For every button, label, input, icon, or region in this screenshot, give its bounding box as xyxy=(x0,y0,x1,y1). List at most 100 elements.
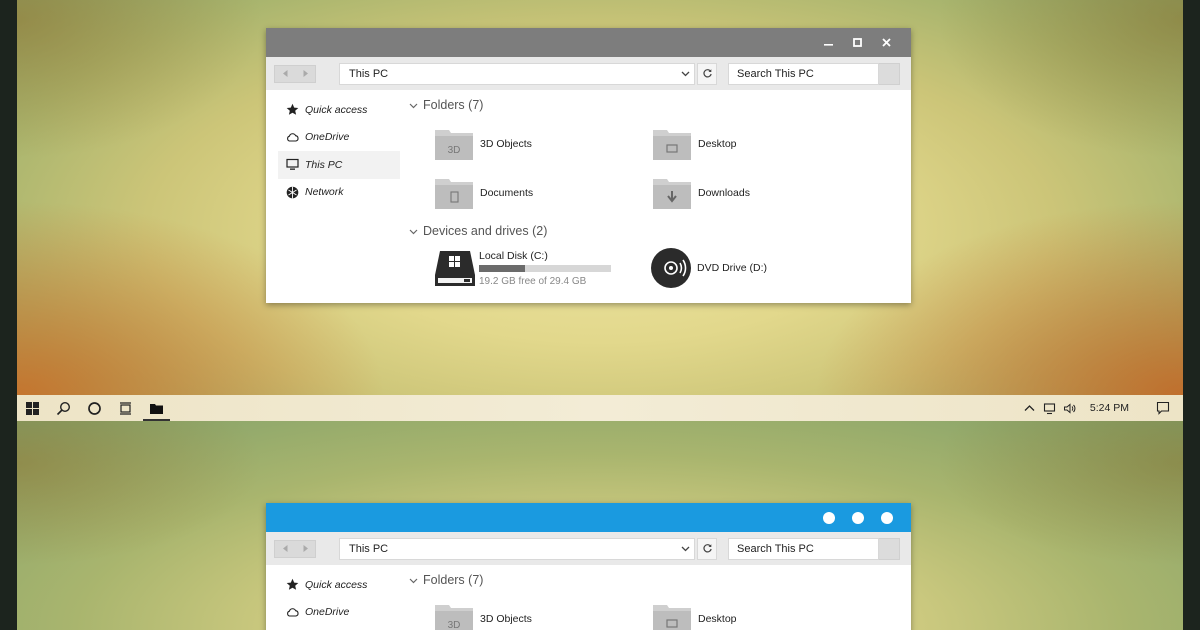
network-icon xyxy=(286,186,299,199)
folder-desktop-icon xyxy=(653,605,691,630)
drive-local-disk[interactable]: Local Disk (C:) 19.2 GB free of 29.4 GB xyxy=(434,248,611,288)
navigation-pane: Quick access OneDrive This PC Network xyxy=(278,96,400,206)
folder-downloads[interactable]: Downloads xyxy=(652,176,750,210)
folder-desktop[interactable]: Desktop xyxy=(652,602,737,630)
action-center-button[interactable] xyxy=(1143,395,1183,421)
maximize-icon xyxy=(853,38,862,47)
system-tray: 5:24 PM xyxy=(1020,395,1183,421)
nav-item-label: OneDrive xyxy=(305,606,350,619)
refresh-icon xyxy=(702,544,712,553)
taskbar: 5:24 PM xyxy=(17,395,1183,421)
refresh-button[interactable] xyxy=(697,537,717,560)
folder-icon xyxy=(150,403,163,414)
arrow-right-icon xyxy=(303,70,308,77)
minimize-button[interactable] xyxy=(814,28,843,57)
cloud-icon xyxy=(287,607,299,617)
forward-button[interactable] xyxy=(295,541,315,557)
taskbar-file-explorer[interactable] xyxy=(141,395,172,421)
nav-item-label: Quick access xyxy=(305,578,368,591)
notification-icon xyxy=(1156,401,1170,415)
address-bar[interactable]: This PC xyxy=(339,537,695,560)
folder-documents[interactable]: Documents xyxy=(434,176,533,210)
search-input[interactable]: Search This PC xyxy=(728,537,879,560)
close-icon xyxy=(882,38,891,47)
maximize-button[interactable] xyxy=(843,503,872,532)
back-button[interactable] xyxy=(275,541,295,557)
start-button[interactable] xyxy=(17,395,48,421)
address-toolbar: This PC Search This PC xyxy=(266,532,911,565)
chevron-up-icon xyxy=(1024,404,1035,411)
drive-name: Local Disk (C:) xyxy=(479,249,548,262)
address-text: This PC xyxy=(349,67,389,80)
address-bar[interactable]: This PC xyxy=(339,62,695,85)
folder-3d-icon: 3D xyxy=(435,130,473,160)
show-hidden-icons-button[interactable] xyxy=(1020,395,1040,421)
search-input[interactable]: Search This PC xyxy=(728,62,879,85)
arrow-right-icon xyxy=(303,545,308,552)
nav-item-onedrive[interactable]: OneDrive xyxy=(278,599,400,627)
taskbar-clock[interactable]: 5:24 PM xyxy=(1080,402,1143,414)
drive-name: DVD Drive (D:) xyxy=(697,262,767,274)
folder-3d-objects[interactable]: 3D 3D Objects xyxy=(434,602,532,630)
folder-label: 3D Objects xyxy=(480,613,532,625)
drive-usage-bar xyxy=(479,264,611,272)
file-explorer-window: This PC Search This PC Quick access OneD… xyxy=(266,28,911,303)
drive-dvd[interactable]: DVD Drive (D:) xyxy=(651,248,767,288)
window-body: Quick access OneDrive Folders (7) 3D 3D … xyxy=(266,565,911,630)
task-view-icon xyxy=(120,401,131,415)
folder-3d-objects[interactable]: 3D 3D Objects xyxy=(434,127,532,161)
close-dot-icon xyxy=(880,511,893,524)
devices-header-label: Devices and drives (2) xyxy=(423,224,548,238)
chevron-down-icon xyxy=(409,229,418,234)
folders-header-label: Folders (7) xyxy=(423,98,484,112)
network-tray-button[interactable] xyxy=(1040,395,1060,421)
nav-item-label: OneDrive xyxy=(305,131,350,144)
cortana-circle-icon xyxy=(88,401,101,415)
maximize-dot-icon xyxy=(851,511,864,524)
maximize-button[interactable] xyxy=(843,28,872,57)
close-button[interactable] xyxy=(872,503,901,532)
nav-buttons xyxy=(274,64,316,83)
task-view-button[interactable] xyxy=(110,395,141,421)
folder-documents-icon xyxy=(435,179,473,209)
refresh-button[interactable] xyxy=(697,62,717,85)
forward-button[interactable] xyxy=(295,66,315,82)
nav-item-network[interactable]: Network xyxy=(278,179,400,207)
devices-header[interactable]: Devices and drives (2) xyxy=(409,224,547,238)
folder-label: Downloads xyxy=(698,187,750,199)
taskbar-search-button[interactable] xyxy=(48,395,79,421)
nav-item-quick-access[interactable]: Quick access xyxy=(278,571,400,599)
nav-item-this-pc[interactable]: This PC xyxy=(278,151,400,179)
folders-header[interactable]: Folders (7) xyxy=(409,573,483,587)
title-bar[interactable] xyxy=(266,28,911,57)
dvd-drive-icon xyxy=(651,248,691,288)
chevron-down-icon[interactable] xyxy=(680,68,691,79)
title-bar[interactable] xyxy=(266,503,911,532)
minimize-icon xyxy=(824,44,833,46)
hard-drive-icon xyxy=(435,251,475,286)
search-button[interactable] xyxy=(879,537,900,560)
search-placeholder: Search This PC xyxy=(737,542,814,555)
folder-desktop[interactable]: Desktop xyxy=(652,127,737,161)
cloud-icon xyxy=(287,132,299,142)
folders-header[interactable]: Folders (7) xyxy=(409,98,483,112)
folder-label: Desktop xyxy=(698,138,737,150)
search-button[interactable] xyxy=(879,62,900,85)
file-explorer-window-blue: This PC Search This PC Quick access OneD… xyxy=(266,503,911,630)
content-pane: Folders (7) 3D 3D Objects Desktop xyxy=(406,90,911,303)
nav-buttons xyxy=(274,539,316,558)
minimize-button[interactable] xyxy=(814,503,843,532)
nav-item-onedrive[interactable]: OneDrive xyxy=(278,124,400,152)
nav-item-quick-access[interactable]: Quick access xyxy=(278,96,400,124)
back-button[interactable] xyxy=(275,66,295,82)
volume-button[interactable] xyxy=(1060,395,1080,421)
nav-item-label: Network xyxy=(305,186,344,199)
address-toolbar: This PC Search This PC xyxy=(266,57,911,90)
chevron-down-icon[interactable] xyxy=(680,543,691,554)
folder-downloads-icon xyxy=(653,179,691,209)
drive-info: Local Disk (C:) 19.2 GB free of 29.4 GB xyxy=(479,250,611,287)
refresh-icon xyxy=(702,69,712,78)
network-status-icon xyxy=(1044,402,1056,414)
close-button[interactable] xyxy=(872,28,901,57)
cortana-button[interactable] xyxy=(79,395,110,421)
